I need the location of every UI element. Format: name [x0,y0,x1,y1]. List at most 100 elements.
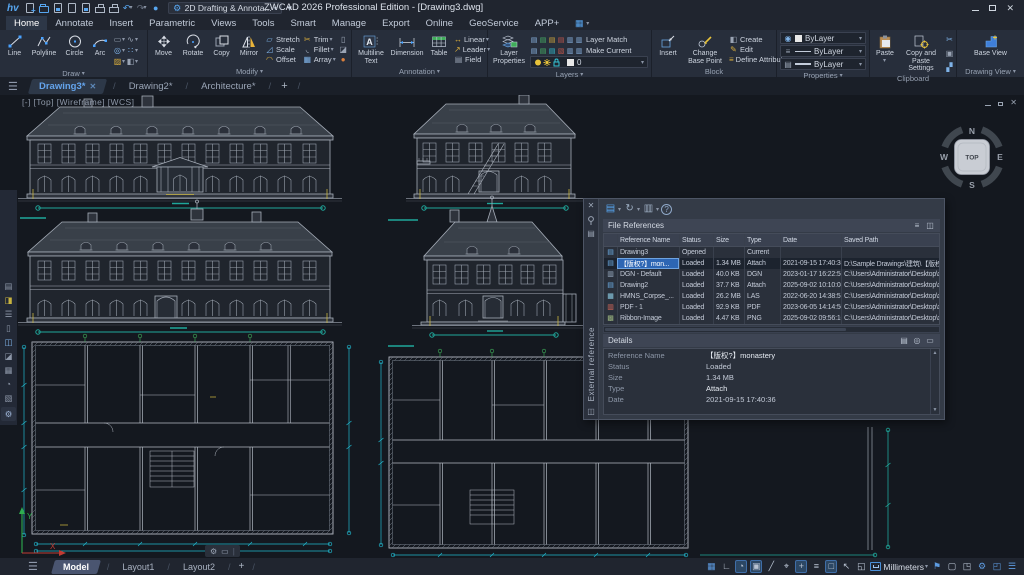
pin-icon[interactable] [586,215,597,225]
layer-isolate-icon[interactable]: ▥ [566,36,574,44]
panel-label-annotation[interactable]: Annotation▾ [352,66,487,77]
preview-icon[interactable]: ◎ [912,336,922,345]
ortho-toggle-icon[interactable]: ∟ [720,560,732,573]
layer-lock-icon[interactable]: ▤ [548,36,556,44]
base-view-button[interactable]: Base View [973,32,1009,66]
tab-smart[interactable]: Smart [282,16,323,30]
palette-close-icon[interactable]: ✕ [586,201,597,211]
tab-views[interactable]: Views [203,16,244,30]
layer-match-button[interactable]: Layer Match [586,35,627,44]
array-button[interactable]: ▦Array▾ [303,54,336,64]
model-tab[interactable]: Model [51,560,101,574]
make-current-button[interactable]: Make Current [586,46,631,55]
lineweight-display-icon[interactable]: ≡ [810,560,822,573]
hatch-tool-icon[interactable]: ◨ [2,295,15,306]
match-properties-button[interactable]: ▯ [339,34,348,44]
copy-icon[interactable] [80,2,92,14]
linear-dim-button[interactable]: ↔Linear▾ [454,34,488,44]
list-view-icon[interactable]: ≡ [912,221,922,230]
tab-insert[interactable]: Insert [101,16,141,30]
layer-unlock-icon[interactable]: ▤ [548,47,556,55]
image-tool-icon[interactable]: ▧ [2,393,15,404]
viewport-controls[interactable]: [-] [Top] [Wireframe] [WCS] [22,97,134,107]
linetype-control[interactable]: ≡ByLayer▾ [780,45,866,57]
workspace-corner-icon[interactable]: ◱ [855,560,867,573]
region-icon[interactable]: ◧ [126,57,135,66]
polyline-button[interactable]: Polyline [28,32,60,69]
ribbon-style-toggle[interactable]: ▦▾ [567,16,595,30]
donut-icon[interactable]: ◎ [113,46,122,55]
layer-freeze-icon[interactable]: ▤ [530,47,538,55]
link-tool-icon[interactable]: ◫ [2,337,15,348]
line-button[interactable]: Line [2,32,27,69]
horizontal-scrollbar[interactable] [603,326,940,333]
create-block-button[interactable]: ◧Create [729,34,777,44]
arc-button[interactable]: Arc [89,32,111,69]
copy-clip-button[interactable]: ▣ [945,48,954,58]
tab-geoservice[interactable]: GeoService [461,16,527,30]
doc-tab-architecture[interactable]: Architecture* [192,79,264,94]
open-file-icon[interactable] [38,2,50,14]
table-button[interactable]: Table [426,32,452,66]
offset-button[interactable]: ◠Offset [265,54,300,64]
layout-menu-icon[interactable]: ☰ [28,560,38,573]
leader-button[interactable]: ↗Leader▾ [454,44,488,54]
tab-home[interactable]: Home [6,16,47,30]
revision-cloud-icon[interactable]: ∿ [126,35,135,44]
doc-tabs-menu-icon[interactable]: ☰ [8,80,18,93]
new-file-icon[interactable] [24,2,36,14]
panel-label-modify[interactable]: Modify▾ [148,66,351,77]
selection-cursor-icon[interactable]: ↖ [840,560,852,573]
sheet-icon[interactable]: ▢ [946,560,958,573]
attach-dropdown-icon[interactable]: ▾ [618,206,621,213]
panel-label-clipboard[interactable]: Clipboard [870,74,956,83]
panel-label-drawing-view[interactable]: Drawing View▾ [957,66,1024,77]
layer-properties-button[interactable]: Layer Properties [490,32,528,70]
column-date[interactable]: Date [780,234,841,246]
column-tool-icon[interactable]: ▯ [2,323,15,334]
trim-button[interactable]: ✂Trim▾ [303,34,336,44]
block-tool-icon[interactable]: ◪ [2,351,15,362]
xref-row-selected[interactable]: ▤ 【版权?】mon...Loaded1.34 MBAttach2021-09-… [604,258,939,269]
layer-on-icon[interactable]: ▤ [530,36,538,44]
panel-label-properties[interactable]: Properties▾ [777,71,869,80]
paste-button[interactable]: Paste▾ [872,32,898,74]
tree-view-icon[interactable]: ◫ [925,221,935,230]
tab-app-plus[interactable]: APP+ [527,16,568,30]
grid-toggle-icon[interactable]: ▦ [705,560,717,573]
scale-button[interactable]: ◿Scale [265,44,300,54]
column-reference-name[interactable]: Reference Name [617,234,679,246]
xref-row[interactable]: ▥ DGN - DefaultLoaded40.0 KBDGN2023-01-1… [604,269,939,280]
column-saved-path[interactable]: Saved Path [841,234,939,246]
change-base-point-button[interactable]: Change Base Point [683,32,727,66]
edit-block-button[interactable]: ✎Edit [729,44,777,54]
circle-button[interactable]: Circle [61,32,88,69]
dimension-button[interactable]: Dimension [389,32,425,66]
cloud-icon[interactable]: ● [150,2,162,14]
tab-online[interactable]: Online [418,16,461,30]
settings-gear-icon[interactable]: ⚙ [976,560,988,573]
paint-format-button[interactable]: ▞ [945,62,954,72]
xref-row[interactable]: ▤ Drawing3OpenedCurrent [604,247,939,258]
layer-merge-icon[interactable]: ▥ [566,47,574,55]
redo-icon[interactable]: ↷▾ [136,2,148,14]
column-size[interactable]: Size [713,234,744,246]
scroll-up-icon[interactable]: ▲ [933,350,938,356]
panel-label-block[interactable]: Block [652,66,776,77]
annotation-monitor-icon[interactable]: ⚑ [931,560,943,573]
tab-tools[interactable]: Tools [244,16,282,30]
xref-row[interactable]: ▦ HMNS_Corpse_...Loaded26.2 MBLAS2022-06… [604,291,939,302]
stretch-button[interactable]: ▱Stretch [265,34,300,44]
move-button[interactable]: Move [150,32,177,66]
compass-west[interactable]: W [940,152,949,162]
arc-tool-icon[interactable]: ◔ [2,379,15,390]
define-attributes-button[interactable]: ≡Define Attributes [729,54,777,64]
snap-target-icon[interactable]: ⌖ [780,560,792,573]
details-view-icon[interactable]: ▤ [899,336,909,345]
close-tab-icon[interactable]: ✕ [89,82,96,91]
column-status[interactable]: Status [679,234,713,246]
object-snap-icon[interactable]: ▣ [750,560,762,573]
multiline-text-button[interactable]: A Multiline Text [354,32,388,66]
layer-dropdown[interactable]: 0 ▾ [530,56,648,68]
doc-tab-drawing2[interactable]: Drawing2* [120,79,182,94]
